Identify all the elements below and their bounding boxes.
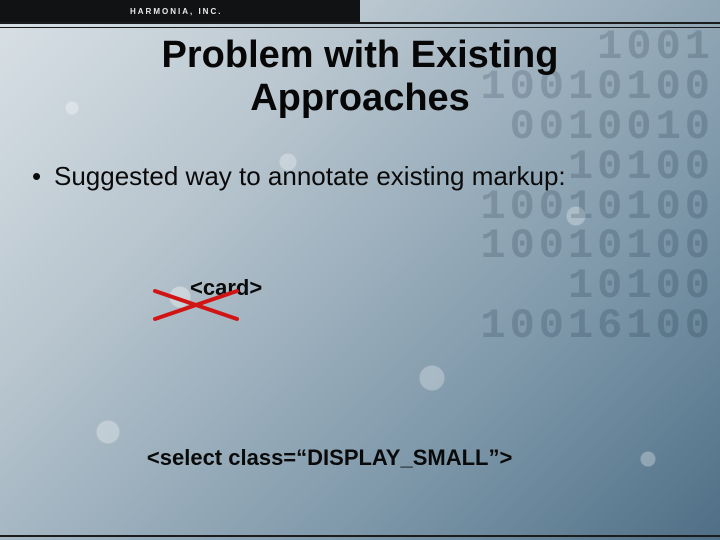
bullet-dot-icon: • [32,160,54,193]
brand-text: HARMONIA, INC. [130,7,222,16]
code-text-1: <card> [190,275,262,300]
slide-title: Problem with Existing Approaches [0,34,720,119]
code-line-1: <card> [80,203,688,408]
title-line-2: Approaches [0,77,720,120]
bottom-divider [0,535,720,537]
struck-tag-open: <card> [129,237,262,373]
bullet-item: • Suggested way to annotate existing mar… [32,160,688,193]
code-line-2: <select class=“DISPLAY_SMALL”> [80,407,688,509]
bullet-text: Suggested way to annotate existing marku… [54,160,566,193]
brand-bar: HARMONIA, INC. [0,0,360,22]
code-text-2: <select class=“DISPLAY_SMALL”> [147,445,512,470]
code-example: <card> <select class=“DISPLAY_SMALL”> … … [80,203,688,540]
top-divider [0,22,720,28]
slide-body: • Suggested way to annotate existing mar… [32,160,688,540]
title-line-1: Problem with Existing [0,34,720,77]
slide: 1001 10010100 0010010 10100 10010100 100… [0,0,720,540]
